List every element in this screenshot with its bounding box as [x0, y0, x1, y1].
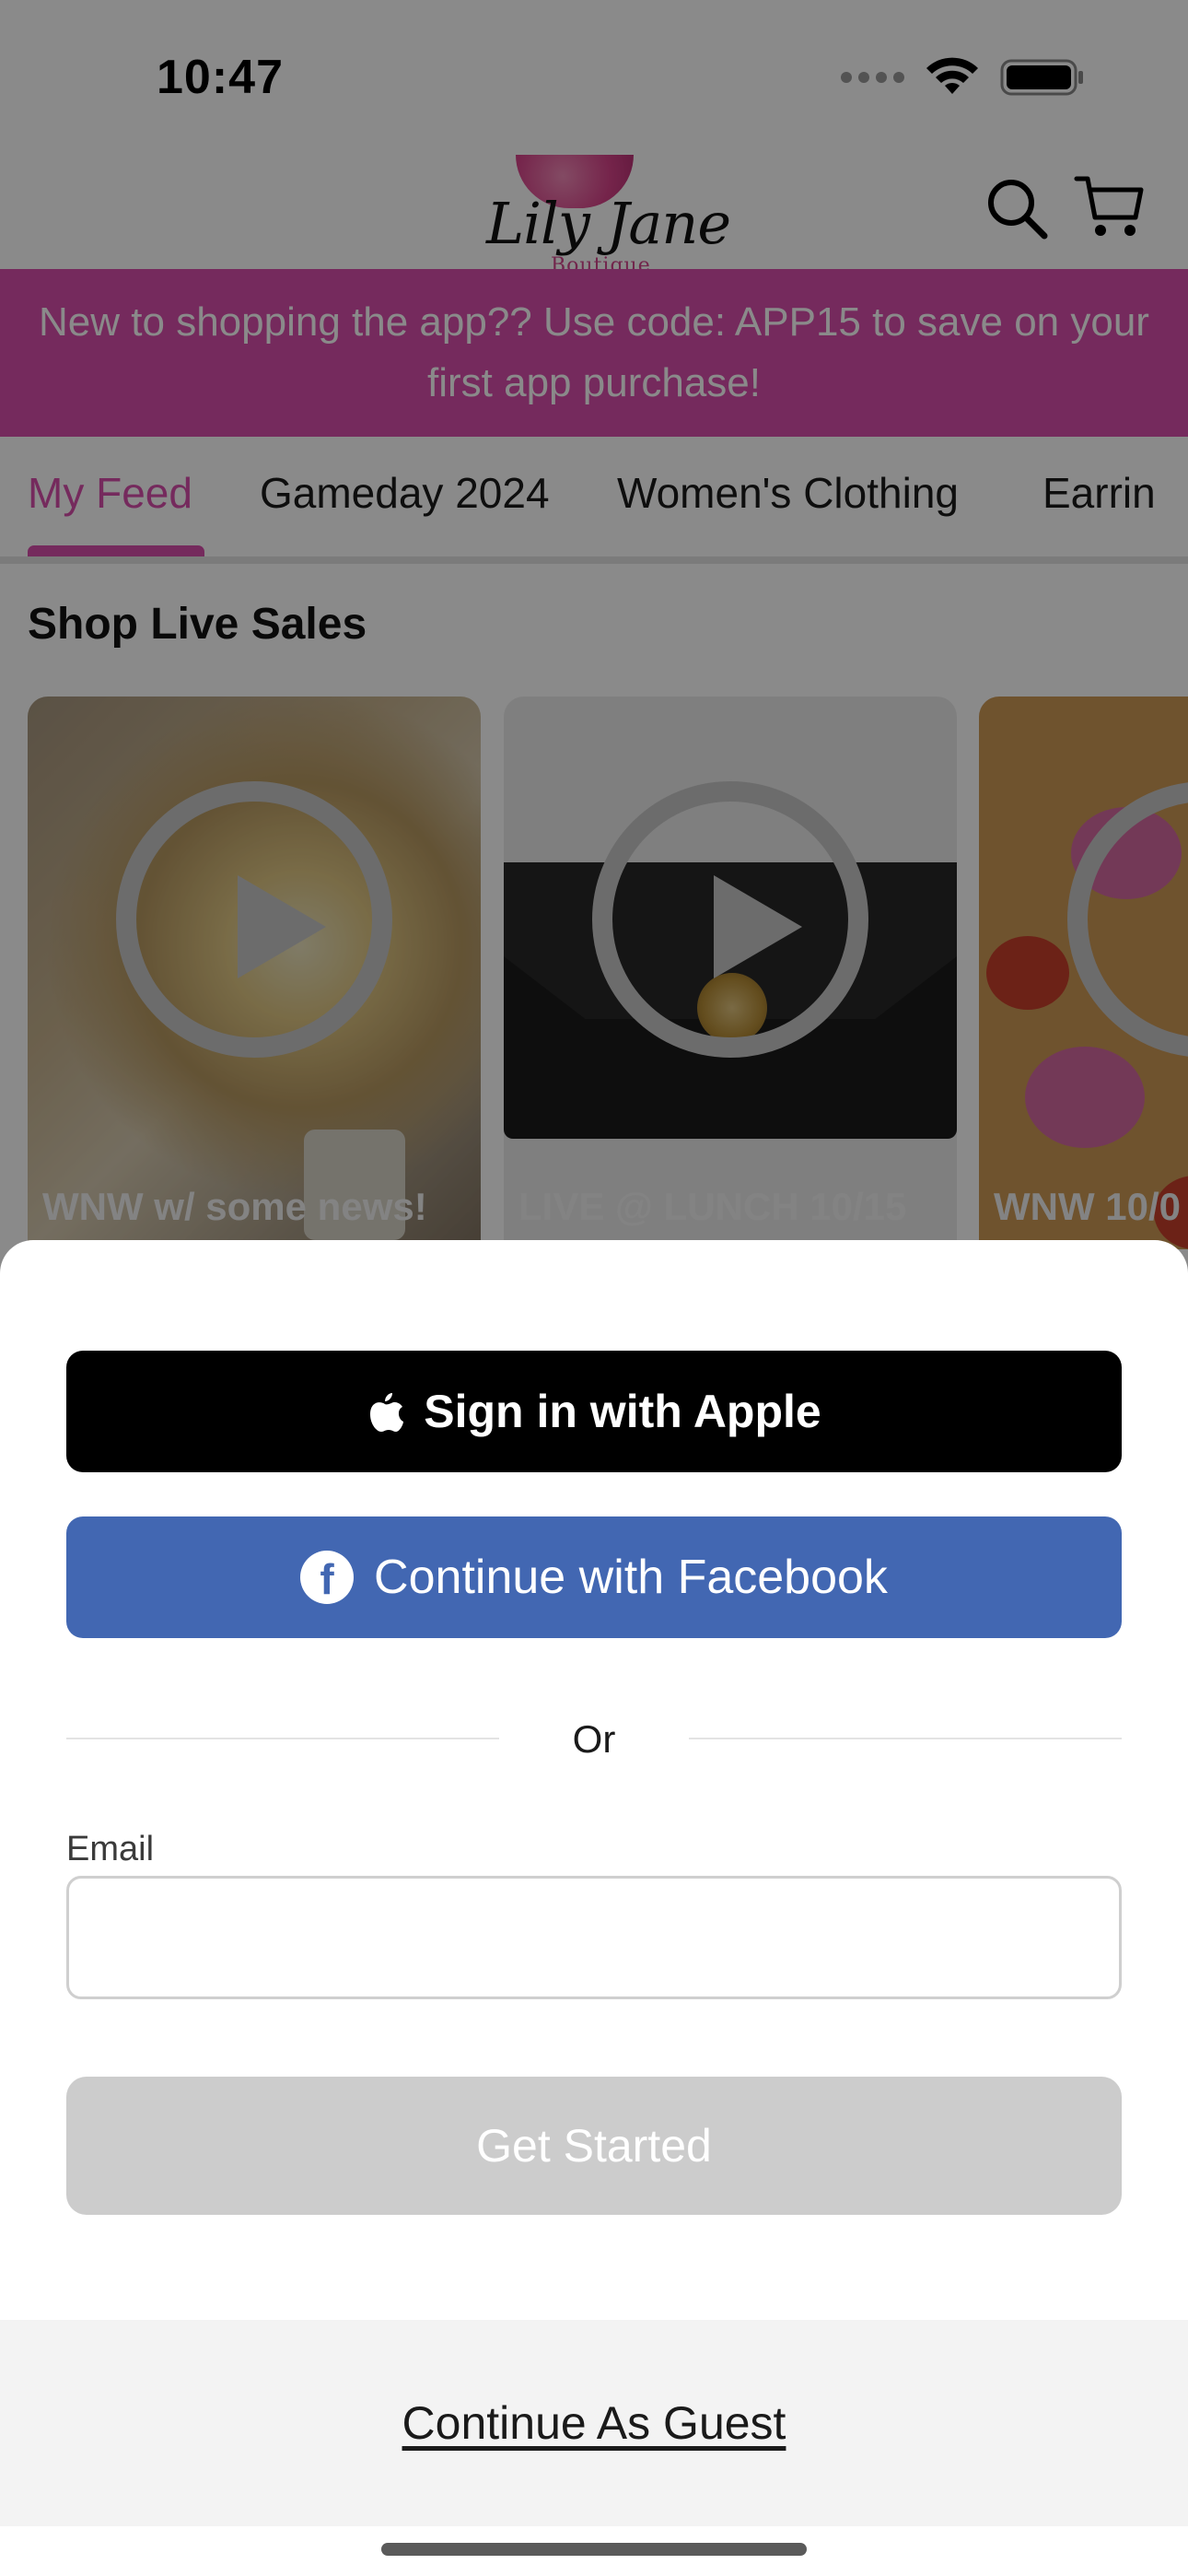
home-indicator[interactable]	[381, 2543, 807, 2556]
get-started-label: Get Started	[476, 2120, 712, 2172]
apple-logo-icon	[370, 1393, 404, 1432]
get-started-button[interactable]: Get Started	[66, 2077, 1122, 2215]
guest-footer: Continue As Guest	[0, 2320, 1188, 2526]
sign-in-with-apple-button[interactable]: Sign in with Apple	[66, 1351, 1122, 1472]
facebook-icon: f	[300, 1551, 355, 1604]
continue-as-guest-link[interactable]: Continue As Guest	[402, 2396, 786, 2450]
continue-with-facebook-button[interactable]: f Continue with Facebook	[66, 1516, 1122, 1638]
sign-in-sheet: Sign in with Apple f Continue with Faceb…	[0, 1240, 1188, 2576]
divider	[66, 1738, 499, 1739]
app-screen: 10:47 Lily Jane Boutique New to shopping…	[0, 0, 1188, 2576]
facebook-button-label: Continue with Facebook	[374, 1551, 888, 1604]
email-label: Email	[66, 1830, 155, 1868]
email-input[interactable]	[66, 1876, 1122, 1999]
apple-button-label: Sign in with Apple	[424, 1386, 821, 1437]
divider	[689, 1738, 1122, 1739]
or-separator: Or	[572, 1717, 616, 1761]
